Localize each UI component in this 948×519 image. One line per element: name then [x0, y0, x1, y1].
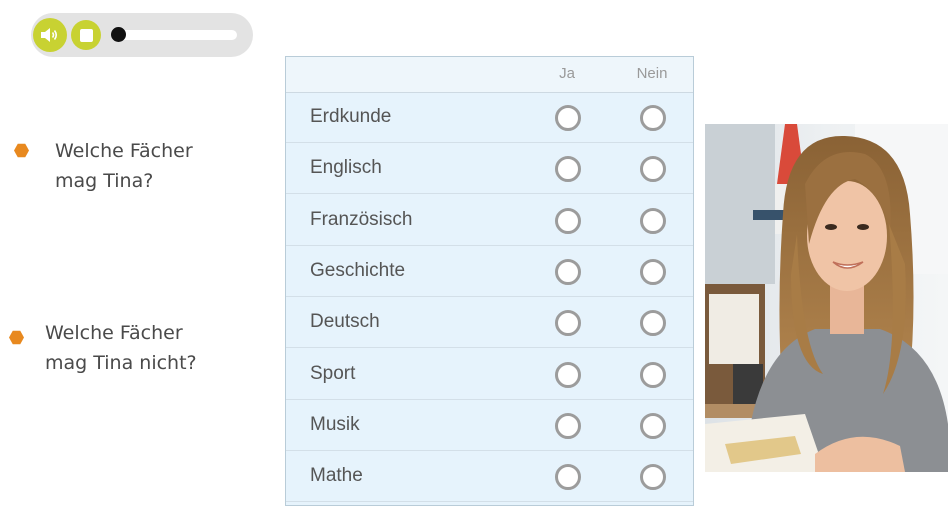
header-ja: Ja	[559, 65, 575, 82]
radio-ja[interactable]	[555, 207, 581, 234]
audio-progress-handle[interactable]	[111, 27, 126, 42]
radio-ja[interactable]	[555, 464, 581, 491]
table-row: Erdkunde	[286, 92, 693, 143]
subject-label: Französisch	[310, 208, 413, 230]
subject-label: Sport	[310, 362, 356, 384]
student-photo	[705, 124, 948, 472]
question-line: Welche Fächer	[55, 140, 193, 162]
subject-label: Musik	[310, 413, 360, 435]
table-header: Ja Nein	[286, 57, 693, 93]
radio-nein[interactable]	[640, 412, 666, 439]
table-row: Englisch	[286, 143, 693, 195]
play-sound-button[interactable]	[33, 18, 67, 52]
subject-label: Geschichte	[310, 259, 406, 281]
table-row: Geschichte	[286, 246, 693, 297]
radio-ja[interactable]	[555, 310, 581, 337]
audio-progress-track[interactable]	[119, 30, 237, 40]
subject-label: Erdkunde	[310, 106, 392, 127]
radio-ja[interactable]	[555, 412, 581, 439]
subject-table: Ja Nein Erdkunde Englisch Französisch Gesch…	[285, 56, 694, 506]
question-dislikes: Welche Fächer mag Tina nicht?	[45, 318, 197, 378]
radio-nein[interactable]	[640, 464, 666, 491]
table-row: Deutsch	[286, 297, 693, 349]
radio-ja[interactable]	[555, 258, 581, 285]
question-likes: Welche Fächer mag Tina?	[55, 136, 193, 196]
table-row: Sport	[286, 349, 693, 400]
stop-icon	[79, 28, 93, 42]
header-nein: Nein	[636, 65, 668, 82]
radio-ja[interactable]	[555, 361, 581, 388]
question-line: Welche Fächer	[45, 322, 183, 344]
speaker-icon	[41, 28, 58, 42]
subject-label: Mathe	[310, 465, 363, 487]
table-row: Musik	[286, 400, 693, 451]
hexagon-bullet-icon	[14, 143, 29, 158]
radio-nein[interactable]	[640, 361, 666, 388]
radio-nein[interactable]	[640, 310, 666, 337]
subject-label: Englisch	[310, 157, 382, 179]
radio-ja[interactable]	[555, 156, 581, 183]
table-row: Französisch	[286, 195, 693, 246]
radio-nein[interactable]	[640, 105, 666, 131]
question-line: mag Tina nicht?	[45, 352, 197, 374]
radio-ja[interactable]	[555, 105, 581, 131]
hexagon-bullet-icon	[9, 330, 24, 345]
stop-button[interactable]	[71, 20, 101, 50]
question-line: mag Tina?	[55, 170, 154, 192]
radio-nein[interactable]	[640, 156, 666, 183]
radio-nein[interactable]	[640, 207, 666, 234]
table-row: Mathe	[286, 451, 693, 503]
girl-photo-image	[705, 124, 948, 472]
subject-label: Deutsch	[310, 311, 380, 333]
radio-nein[interactable]	[640, 258, 666, 285]
audio-player	[31, 13, 253, 57]
